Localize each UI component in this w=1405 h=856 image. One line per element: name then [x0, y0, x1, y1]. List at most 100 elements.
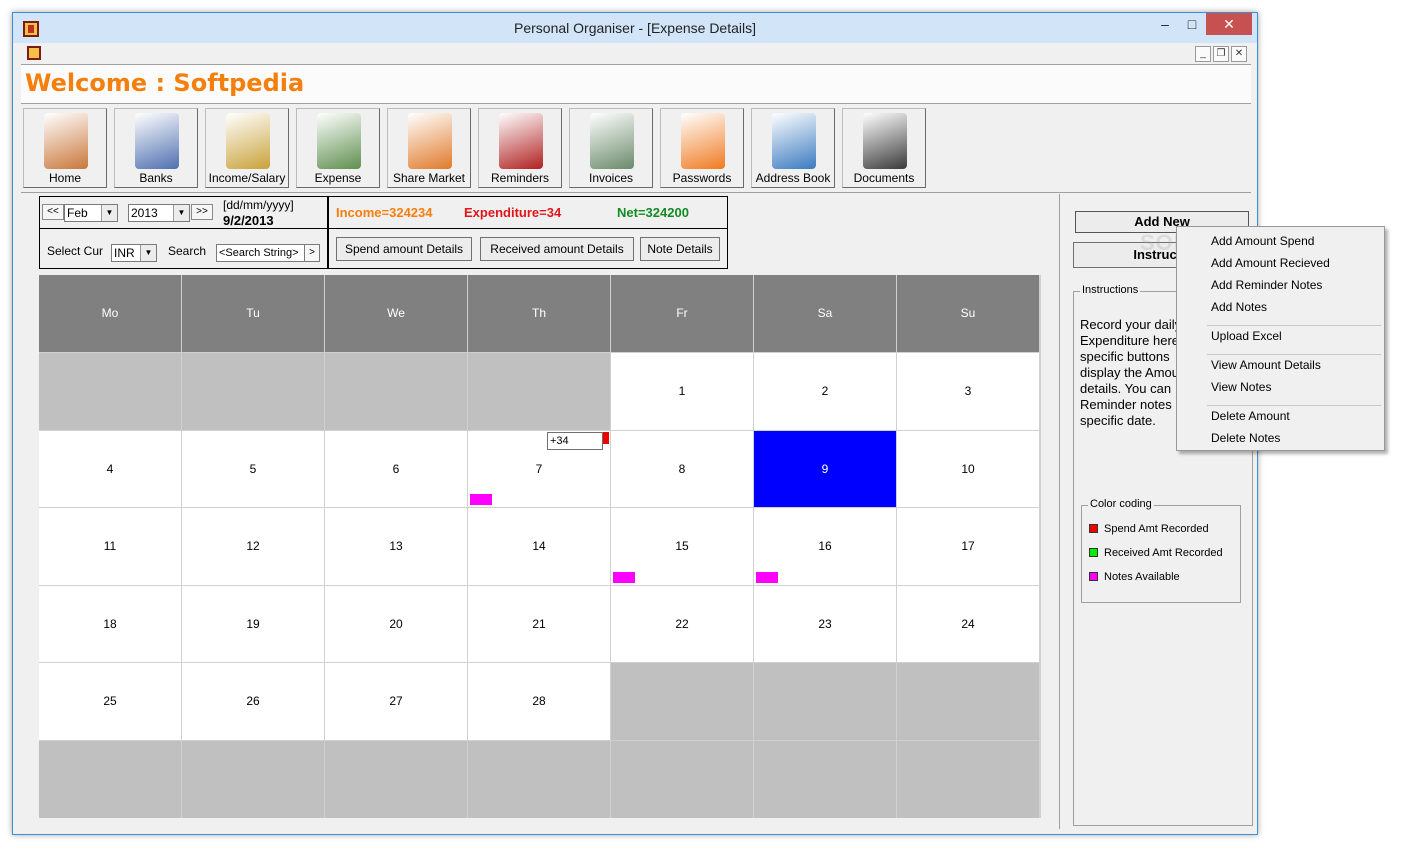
year-select[interactable]: 2013 ▼	[128, 204, 190, 222]
toolbar-button-share-market[interactable]: Share Market	[387, 108, 471, 188]
day-number: 5	[249, 461, 257, 476]
calendar-day[interactable]: 14	[468, 508, 610, 585]
calendar-empty-cell	[182, 353, 324, 430]
calendar-day[interactable]: 26	[182, 663, 324, 740]
calendar-empty-cell	[897, 663, 1039, 740]
child-close-button[interactable]: ✕	[1231, 46, 1247, 62]
add-new-context-menu: Add Amount Spend Add Amount Recieved Add R…	[1176, 226, 1385, 451]
title-bar[interactable]: Personal Organiser - [Expense Details] –…	[13, 13, 1257, 43]
calendar-day[interactable]: 20	[325, 585, 467, 663]
child-window-icon[interactable]	[27, 46, 41, 60]
weekday-header: Su	[897, 275, 1039, 352]
calendar-day[interactable]: 18	[39, 585, 181, 663]
menu-separator	[1207, 354, 1381, 355]
divider	[40, 228, 327, 229]
lock-icon	[681, 113, 725, 169]
toolbar-button-label: Documents	[853, 171, 915, 185]
calendar-empty-cell	[468, 741, 610, 818]
date-control-box: << Feb ▼ 2013 ▼ >> [dd/mm/yyyy] 9/2/2013 S…	[39, 196, 328, 269]
calendar-day[interactable]: 12	[182, 508, 324, 585]
toolbar-button-passwords[interactable]: Passwords	[660, 108, 744, 188]
calendar-day[interactable]: 13	[325, 508, 467, 585]
calendar-day[interactable]: 6	[325, 430, 467, 508]
calendar-day[interactable]: 25	[39, 663, 181, 740]
calendar-day-selected[interactable]: 9	[754, 430, 896, 508]
calendar-day[interactable]: 10	[897, 430, 1039, 508]
search-input[interactable]: <Search String>	[216, 244, 305, 262]
color-swatch	[1089, 524, 1098, 533]
day-number: 16	[818, 539, 832, 554]
toolbar-button-expense[interactable]: Expense	[296, 108, 380, 188]
calendar-day[interactable]: 28	[468, 663, 610, 740]
expenditure-total: Expenditure=34	[464, 205, 562, 220]
close-button[interactable]: ✕	[1206, 13, 1252, 35]
received-details-button[interactable]: Received amount Details	[480, 237, 634, 261]
calendar-day[interactable]: 19	[182, 585, 324, 663]
date-format-label: [dd/mm/yyyy]	[223, 198, 294, 212]
calendar-day[interactable]: 15	[611, 508, 753, 585]
toolbar-button-invoices[interactable]: Invoices	[569, 108, 653, 188]
menu-item-add-amount-spend[interactable]: Add Amount Spend	[1211, 234, 1314, 248]
calendar-day[interactable]: 3	[897, 353, 1039, 430]
day-number: 26	[246, 694, 260, 709]
child-restore-button[interactable]: ❐	[1213, 46, 1229, 62]
calendar-day[interactable]: 24	[897, 585, 1039, 663]
color-swatch	[1089, 548, 1098, 557]
search-label: Search	[168, 244, 207, 258]
maximize-button[interactable]: □	[1179, 13, 1205, 35]
calendar-day[interactable]: 16	[754, 508, 896, 585]
toolbar-button-banks[interactable]: Banks	[114, 108, 198, 188]
calendar-grid: Mo Tu We Th Fr Sa Su 1 2 3 4 5 6 7 8 9 10 11 12 13 14 15 16 17 1…	[39, 275, 1041, 818]
menu-item-view-notes[interactable]: View Notes	[1211, 380, 1271, 394]
calendar-empty-cell	[468, 353, 610, 430]
toolbar-button-home[interactable]: Home	[23, 108, 107, 188]
calendar-day[interactable]: 5	[182, 430, 324, 508]
weekday-header: Tu	[182, 275, 324, 352]
menu-item-view-amount-details[interactable]: View Amount Details	[1211, 358, 1321, 372]
color-key-item: Spend Amt Recorded	[1089, 523, 1209, 535]
notes-marker	[756, 571, 778, 583]
prev-month-button[interactable]: <<	[42, 204, 64, 220]
color-swatch	[1089, 572, 1098, 581]
spend-details-button[interactable]: Spend amount Details	[336, 237, 472, 261]
currency-select[interactable]: INR ▼	[111, 244, 157, 262]
next-month-button[interactable]: >>	[191, 204, 213, 220]
month-select[interactable]: Feb ▼	[64, 204, 118, 222]
toolbar-button-income-salary[interactable]: Income/Salary	[205, 108, 289, 188]
note-details-button[interactable]: Note Details	[640, 237, 720, 261]
search-go-button[interactable]: >	[304, 244, 320, 262]
chevron-down-icon[interactable]: ▼	[140, 245, 156, 261]
calendar-day[interactable]: 23	[754, 585, 896, 663]
menu-item-add-reminder-notes[interactable]: Add Reminder Notes	[1211, 278, 1322, 292]
main-toolbar: Home Banks Income/Salary Expense Share Marke…	[21, 106, 1251, 190]
color-coding-group: Color coding Spend Amt Recorded Received …	[1081, 498, 1241, 603]
menu-item-upload-excel[interactable]: Upload Excel	[1211, 329, 1282, 343]
calendar-day[interactable]: 1	[611, 353, 753, 430]
welcome-title: Welcome : Softpedia	[25, 69, 305, 97]
calendar-day[interactable]: 4	[39, 430, 181, 508]
calendar-day[interactable]: 21	[468, 585, 610, 663]
child-minimize-button[interactable]: _	[1195, 46, 1211, 62]
chevron-down-icon[interactable]: ▼	[101, 205, 117, 221]
chevron-down-icon[interactable]: ▼	[173, 205, 189, 221]
year-value: 2013	[131, 206, 158, 220]
day-number: 1	[678, 384, 686, 398]
day-number: 14	[532, 539, 546, 554]
color-coding-legend: Color coding	[1088, 498, 1154, 510]
menu-item-add-amount-recieved[interactable]: Add Amount Recieved	[1211, 256, 1330, 270]
calendar-day[interactable]: 11	[39, 508, 181, 585]
minimize-button[interactable]: –	[1152, 13, 1178, 35]
toolbar-button-reminders[interactable]: Reminders	[478, 108, 562, 188]
menu-item-delete-amount[interactable]: Delete Amount	[1211, 409, 1290, 423]
calendar-day[interactable]: 22	[611, 585, 753, 663]
calendar-day[interactable]: 27	[325, 663, 467, 740]
calendar-day[interactable]: 17	[897, 508, 1039, 585]
calendar-day[interactable]: 8	[611, 430, 753, 508]
calendar-empty-cell	[39, 741, 181, 818]
calendar-day[interactable]: 2	[754, 353, 896, 430]
toolbar-button-address-book[interactable]: Address Book	[751, 108, 835, 188]
menu-item-delete-notes[interactable]: Delete Notes	[1211, 431, 1280, 445]
toolbar-button-documents[interactable]: Documents	[842, 108, 926, 188]
menu-item-add-notes[interactable]: Add Notes	[1211, 300, 1267, 314]
calendar-empty-cell	[754, 663, 896, 740]
